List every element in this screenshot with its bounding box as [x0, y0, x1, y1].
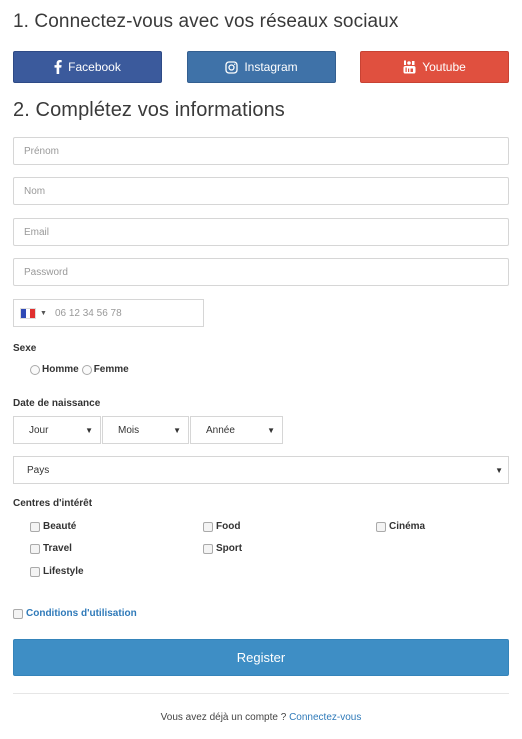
mois-value: Mois: [118, 424, 140, 436]
homme-label: Homme: [42, 364, 79, 375]
interest-label: Travel: [43, 543, 72, 554]
youtube-label: Youtube: [422, 60, 466, 74]
password-input[interactable]: Password: [13, 258, 509, 286]
facebook-icon: [54, 60, 62, 74]
checkbox[interactable]: [203, 521, 213, 532]
interests-label: Centres d'intérêt: [13, 498, 93, 509]
terms-checkbox-row[interactable]: Conditions d'utilisation: [13, 608, 137, 619]
instagram-label: Instagram: [244, 60, 298, 74]
instagram-icon: [225, 60, 238, 74]
instagram-login-button[interactable]: Instagram: [187, 51, 336, 83]
jour-select[interactable]: Jour ▼: [13, 416, 101, 444]
pays-value: Pays: [27, 464, 50, 476]
email-input[interactable]: Email: [13, 218, 509, 246]
interest-sport[interactable]: Sport: [203, 543, 242, 554]
login-link[interactable]: Connectez-vous: [289, 712, 361, 723]
facebook-label: Facebook: [68, 60, 121, 74]
femme-label: Femme: [93, 364, 129, 375]
checkbox[interactable]: [203, 543, 213, 554]
checkbox[interactable]: [30, 521, 40, 532]
chevron-down-icon: ▼: [495, 465, 503, 475]
info-heading: 2. Complétez vos informations: [13, 99, 285, 121]
sexe-label: Sexe: [13, 343, 37, 354]
youtube-login-button[interactable]: Youtube: [360, 51, 509, 83]
register-button[interactable]: Register: [13, 639, 509, 676]
interest-beaute[interactable]: Beauté: [30, 521, 76, 532]
phone-field[interactable]: ▼ 06 12 34 56 78: [13, 299, 204, 327]
checkbox[interactable]: [30, 566, 40, 577]
interest-travel[interactable]: Travel: [30, 543, 72, 554]
femme-radio[interactable]: [81, 364, 92, 375]
sexe-radio-group: Homme Femme: [30, 364, 129, 375]
checkbox[interactable]: [376, 521, 386, 532]
terms-link[interactable]: Conditions d'utilisation: [26, 608, 137, 619]
interest-food[interactable]: Food: [203, 521, 240, 532]
pays-select[interactable]: Pays ▼: [13, 456, 509, 484]
chevron-down-icon[interactable]: ▼: [40, 310, 47, 317]
login-prompt: Vous avez déjà un compte ? Connectez-vou…: [0, 712, 522, 723]
interest-label: Lifestyle: [43, 566, 84, 577]
terms-checkbox[interactable]: [13, 608, 23, 619]
chevron-down-icon: ▼: [267, 425, 275, 435]
annee-value: Année: [206, 424, 235, 436]
checkbox[interactable]: [30, 543, 40, 554]
interest-lifestyle[interactable]: Lifestyle: [30, 566, 84, 577]
homme-radio[interactable]: [30, 364, 40, 375]
facebook-login-button[interactable]: Facebook: [13, 51, 162, 83]
dob-label: Date de naissance: [13, 398, 101, 409]
interest-label: Beauté: [43, 521, 77, 532]
divider: [13, 693, 509, 694]
nom-input[interactable]: Nom: [13, 177, 509, 205]
annee-select[interactable]: Année ▼: [190, 416, 283, 444]
social-login-heading: 1. Connectez-vous avec vos réseaux socia…: [13, 11, 399, 32]
france-flag-icon[interactable]: [20, 307, 36, 319]
mois-select[interactable]: Mois ▼: [102, 416, 189, 444]
interest-label: Cinéma: [389, 521, 426, 532]
chevron-down-icon: ▼: [173, 425, 181, 435]
prenom-input[interactable]: Prénom: [13, 137, 509, 165]
jour-value: Jour: [29, 424, 49, 436]
interest-label: Sport: [216, 543, 243, 554]
youtube-icon: [403, 60, 416, 74]
interest-label: Food: [216, 521, 241, 532]
login-prompt-text: Vous avez déjà un compte ?: [160, 712, 287, 723]
interest-cinema[interactable]: Cinéma: [376, 521, 425, 532]
chevron-down-icon: ▼: [85, 425, 93, 435]
phone-input[interactable]: 06 12 34 56 78: [55, 308, 122, 319]
